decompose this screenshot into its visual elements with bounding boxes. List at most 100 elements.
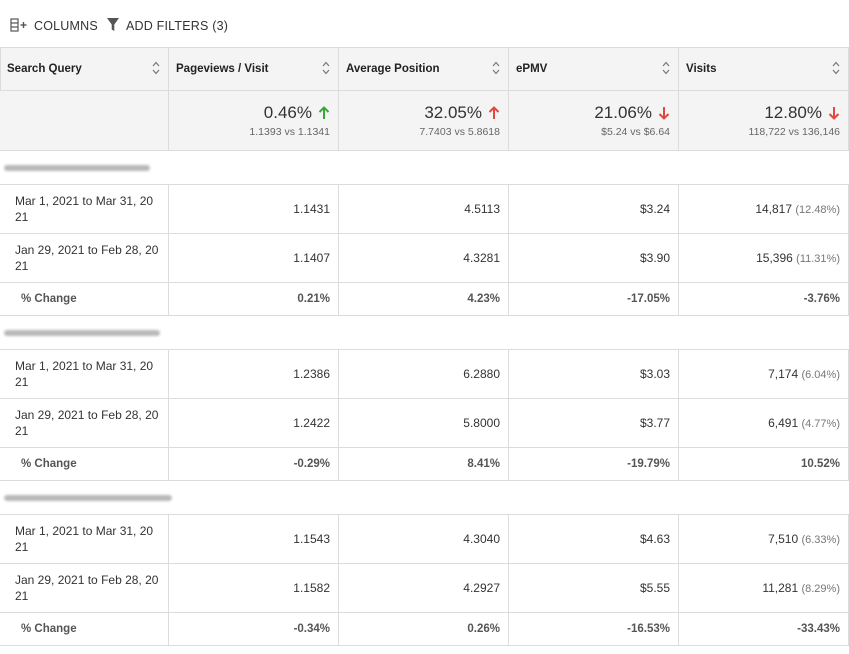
columns-label: COLUMNS bbox=[34, 19, 98, 33]
pageviews-cell: 1.2386 bbox=[169, 350, 339, 398]
visits-share: (12.48%) bbox=[795, 204, 840, 216]
column-header-label: Average Position bbox=[346, 63, 440, 75]
column-header-label: ePMV bbox=[516, 63, 548, 75]
pageviews-change: 0.21% bbox=[169, 283, 339, 315]
add-filters-label: ADD FILTERS (3) bbox=[126, 19, 229, 33]
table-row: Jan 29, 2021 to Feb 28, 20 21 1.2422 5.8… bbox=[0, 399, 849, 448]
epmv-cell: $3.90 bbox=[509, 234, 679, 282]
column-header-label: Search Query bbox=[7, 63, 82, 75]
sort-icon[interactable] bbox=[832, 60, 840, 76]
change-label: % Change bbox=[0, 613, 169, 645]
pageviews-cell: 1.1582 bbox=[169, 564, 339, 612]
position-change: 0.26% bbox=[339, 613, 509, 645]
position-cell: 4.2927 bbox=[339, 564, 509, 612]
sort-icon[interactable] bbox=[662, 60, 670, 76]
change-label: % Change bbox=[0, 283, 169, 315]
summary-row: 0.46% 1.1393 vs 1.1341 32.05% 7.7403 vs … bbox=[0, 91, 849, 151]
summary-cell-visits: 12.80% 118,722 vs 136,146 bbox=[679, 91, 849, 150]
period-cell: Mar 1, 2021 to Mar 31, 20 21 bbox=[0, 350, 169, 398]
epmv-cell: $4.63 bbox=[509, 515, 679, 563]
position-cell: 6.2880 bbox=[339, 350, 509, 398]
table-header-row: Search Query Pageviews / Visit Average P… bbox=[0, 47, 849, 91]
summary-comparison: 1.1393 vs 1.1341 bbox=[249, 126, 330, 138]
pageviews-cell: 1.2422 bbox=[169, 399, 339, 447]
visits-value: 15,396 bbox=[756, 251, 793, 265]
table-row: Mar 1, 2021 to Mar 31, 20 21 1.1543 4.30… bbox=[0, 515, 849, 564]
position-cell: 4.5113 bbox=[339, 185, 509, 233]
arrow-down-icon bbox=[828, 107, 840, 120]
visits-share: (8.29%) bbox=[801, 583, 840, 595]
column-header-pageviews-per-visit[interactable]: Pageviews / Visit bbox=[169, 48, 339, 90]
visits-change: -3.76% bbox=[679, 283, 849, 315]
visits-value: 7,510 bbox=[768, 532, 799, 546]
pageviews-cell: 1.1431 bbox=[169, 185, 339, 233]
columns-button[interactable]: COLUMNS bbox=[10, 16, 98, 36]
group-header-redacted bbox=[0, 481, 849, 515]
visits-cell: 7,174 (6.04%) bbox=[679, 350, 849, 398]
table-row: Mar 1, 2021 to Mar 31, 20 21 1.2386 6.28… bbox=[0, 350, 849, 399]
visits-value: 14,817 bbox=[755, 202, 793, 216]
group-header-redacted bbox=[0, 316, 849, 350]
position-change: 8.41% bbox=[339, 448, 509, 480]
visits-cell: 7,510 (6.33%) bbox=[679, 515, 849, 563]
visits-cell: 14,817 (12.48%) bbox=[679, 185, 849, 233]
summary-cell-epmv: 21.06% $5.24 vs $6.64 bbox=[509, 91, 679, 150]
visits-cell: 6,491 (4.77%) bbox=[679, 399, 849, 447]
position-change: 4.23% bbox=[339, 283, 509, 315]
position-cell: 5.8000 bbox=[339, 399, 509, 447]
columns-add-icon bbox=[10, 17, 28, 35]
pageviews-change: -0.34% bbox=[169, 613, 339, 645]
arrow-up-icon bbox=[318, 106, 330, 119]
arrow-up-icon bbox=[488, 106, 500, 119]
pageviews-cell: 1.1543 bbox=[169, 515, 339, 563]
arrow-down-icon bbox=[658, 107, 670, 120]
period-cell: Jan 29, 2021 to Feb 28, 20 21 bbox=[0, 564, 169, 612]
sort-icon[interactable] bbox=[492, 60, 500, 76]
summary-percent: 21.06% bbox=[594, 103, 652, 122]
visits-value: 11,281 bbox=[762, 581, 799, 595]
epmv-change: -19.79% bbox=[509, 448, 679, 480]
table-row: Mar 1, 2021 to Mar 31, 20 21 1.1431 4.51… bbox=[0, 185, 849, 234]
pageviews-cell: 1.1407 bbox=[169, 234, 339, 282]
table-row: Jan 29, 2021 to Feb 28, 20 21 1.1582 4.2… bbox=[0, 564, 849, 613]
visits-share: (6.04%) bbox=[801, 369, 840, 381]
table-row: Jan 29, 2021 to Feb 28, 20 21 1.1407 4.3… bbox=[0, 234, 849, 283]
position-cell: 4.3281 bbox=[339, 234, 509, 282]
add-filters-button[interactable]: ADD FILTERS (3) bbox=[106, 16, 228, 36]
change-row: % Change -0.34% 0.26% -16.53% -33.43% bbox=[0, 613, 849, 646]
period-cell: Jan 29, 2021 to Feb 28, 20 21 bbox=[0, 399, 169, 447]
summary-percent: 32.05% bbox=[424, 103, 482, 122]
epmv-change: -16.53% bbox=[509, 613, 679, 645]
summary-cell-position: 32.05% 7.7403 vs 5.8618 bbox=[339, 91, 509, 150]
redacted-query-name bbox=[4, 495, 172, 501]
summary-comparison: 118,722 vs 136,146 bbox=[748, 126, 840, 138]
group-header-redacted bbox=[0, 151, 849, 185]
summary-comparison: $5.24 vs $6.64 bbox=[601, 126, 670, 138]
column-header-average-position[interactable]: Average Position bbox=[339, 48, 509, 90]
column-header-epmv[interactable]: ePMV bbox=[509, 48, 679, 90]
sort-icon[interactable] bbox=[322, 60, 330, 76]
epmv-cell: $3.24 bbox=[509, 185, 679, 233]
change-row: % Change -0.29% 8.41% -19.79% 10.52% bbox=[0, 448, 849, 481]
column-header-search-query[interactable]: Search Query bbox=[0, 48, 169, 90]
epmv-cell: $3.77 bbox=[509, 399, 679, 447]
visits-share: (11.31%) bbox=[796, 253, 840, 265]
column-header-label: Visits bbox=[686, 63, 717, 75]
change-label: % Change bbox=[0, 448, 169, 480]
column-header-visits[interactable]: Visits bbox=[679, 48, 849, 90]
visits-value: 7,174 bbox=[768, 367, 799, 381]
pageviews-change: -0.29% bbox=[169, 448, 339, 480]
visits-cell: 15,396 (11.31%) bbox=[679, 234, 849, 282]
epmv-change: -17.05% bbox=[509, 283, 679, 315]
epmv-cell: $5.55 bbox=[509, 564, 679, 612]
summary-comparison: 7.7403 vs 5.8618 bbox=[419, 126, 500, 138]
filter-funnel-icon bbox=[106, 17, 120, 36]
change-row: % Change 0.21% 4.23% -17.05% -3.76% bbox=[0, 283, 849, 316]
summary-percent: 12.80% bbox=[764, 103, 822, 122]
redacted-query-name bbox=[4, 330, 160, 336]
column-header-label: Pageviews / Visit bbox=[176, 63, 269, 75]
sort-icon[interactable] bbox=[152, 60, 160, 76]
position-cell: 4.3040 bbox=[339, 515, 509, 563]
visits-cell: 11,281 (8.29%) bbox=[679, 564, 849, 612]
visits-share: (4.77%) bbox=[801, 418, 840, 430]
